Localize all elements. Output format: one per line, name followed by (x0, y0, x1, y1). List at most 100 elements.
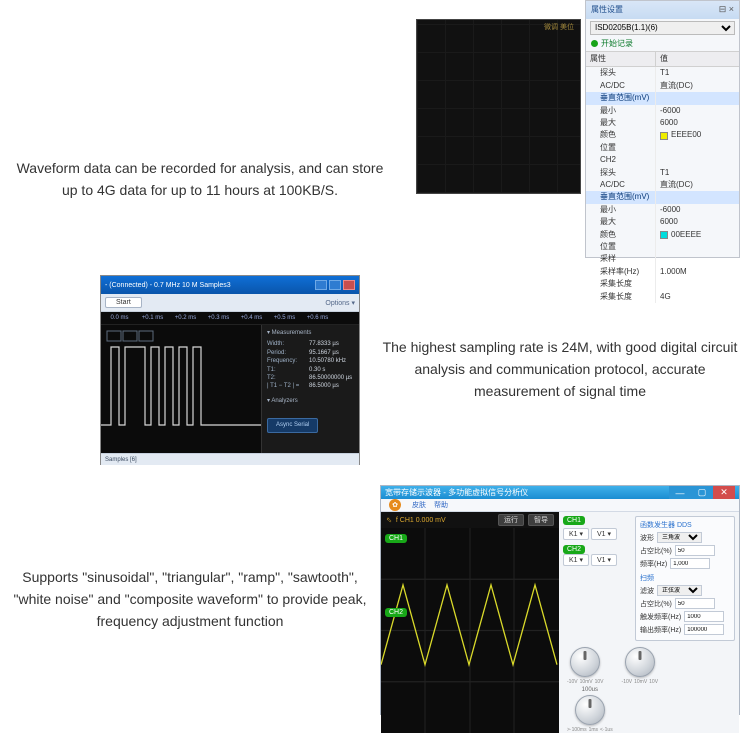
prop-row[interactable]: 探头T1 (586, 167, 739, 179)
caption-recording: Waveform data can be recorded for analys… (10, 158, 390, 201)
measurement-row: Frequency:10.50780 kHz (267, 357, 354, 365)
scope-canvas[interactable]: CH1 CH2 (381, 528, 559, 733)
toolbar: Start Options ▾ (101, 294, 359, 312)
axis-tick: +0.1 ms (136, 315, 169, 321)
maximize-button[interactable] (329, 280, 341, 290)
prop-row[interactable]: 采样率(Hz)1.000M (586, 266, 739, 278)
dial-area: -10V10mV10V -10V10mV10V (563, 647, 735, 685)
pin-icon[interactable]: ⊟ × (719, 4, 734, 16)
sweep-duty-input[interactable] (675, 598, 715, 609)
prop-row[interactable]: 最大6000 (586, 117, 739, 129)
prop-row[interactable]: 垂直范围(mV) (586, 92, 739, 104)
wizard-button[interactable]: 智导 (528, 514, 554, 526)
sweep-title: 扫频 (640, 573, 730, 583)
sweep-freq-input[interactable] (684, 611, 724, 622)
prop-row[interactable]: 最大6000 (586, 216, 739, 228)
prop-row[interactable]: 颜色00EEEE (586, 229, 739, 241)
minimize-button[interactable] (315, 280, 327, 290)
status-bar: Samples [6] (101, 453, 359, 465)
timebase-dial[interactable] (575, 695, 605, 725)
prop-row[interactable]: 采集长度4G (586, 291, 739, 303)
options-menu[interactable]: Options ▾ (325, 299, 355, 307)
caption-waveforms: Supports "sinusoidal", "triangular", "ra… (10, 567, 370, 632)
filter-select[interactable]: 正弦波 (657, 585, 702, 596)
prop-row[interactable]: 采集长度 (586, 278, 739, 290)
prop-row[interactable]: 最小-6000 (586, 105, 739, 117)
waveform-canvas[interactable] (101, 325, 261, 453)
app-badge-icon: ✿ (389, 499, 401, 511)
maximize-button[interactable]: ▢ (691, 486, 713, 499)
controls-panel: CH1 K1 ▾ V1 ▾ CH2 K1 ▾ V1 ▾ 函数发生器 (559, 512, 739, 733)
axis-tick: 0.0 ms (103, 315, 136, 321)
minimize-button[interactable]: — (669, 486, 691, 499)
sweep-out-input[interactable] (684, 624, 724, 635)
panel-properties: 微调 美位 属性设置 ⊟ × ISD0205B(1.1)(6) 开始记录 属性 … (585, 0, 740, 258)
logic-analyzer-window: - (Connected) - 0.7 MHz 10 M Samples3 St… (100, 275, 360, 465)
start-record-button[interactable]: 开始记录 (586, 37, 739, 51)
section-recording: Waveform data can be recorded for analys… (0, 0, 750, 260)
scope-toolbar: ⬁ f CH1 0.000 mV 运行 智导 (381, 512, 559, 528)
measurement-row: | T1 − T2 | =86.5000 µs (267, 382, 354, 390)
prop-header: 属性 值 (586, 51, 739, 67)
measurements-header[interactable]: ▾ Measurements (267, 329, 354, 337)
menu-help[interactable]: 帮助 (434, 500, 448, 510)
axis-tick: +0.6 ms (301, 315, 334, 321)
readout: f CH1 0.000 mV (396, 517, 446, 524)
oscilloscope-window: 宽带存储示波器 - 多功能虚拟信号分析仪 — ▢ ✕ ✿ 皮肤 帮助 ⬁ f C… (380, 485, 740, 715)
timebase-dial-area: 100us >·100ms 1ms <·1us (563, 687, 735, 733)
prop-row[interactable]: AC/DC直流(DC) (586, 179, 739, 191)
k1-select[interactable]: K1 ▾ (563, 528, 589, 540)
prop-row[interactable]: 位置 (586, 142, 739, 154)
device-select[interactable]: ISD0205B(1.1)(6) (590, 21, 735, 35)
prop-col-name: 属性 (586, 52, 656, 66)
v1-select[interactable]: V1 ▾ (591, 528, 617, 540)
scope-preview: 微调 美位 (416, 19, 581, 194)
close-button[interactable] (343, 280, 355, 290)
prop-col-val: 值 (656, 52, 739, 66)
k1b-select[interactable]: K1 ▾ (563, 554, 589, 566)
prop-row[interactable]: 垂直范围(mV) (586, 191, 739, 203)
v1b-select[interactable]: V1 ▾ (591, 554, 617, 566)
async-serial-button[interactable]: Async Serial (267, 418, 318, 432)
duty-input[interactable] (675, 545, 715, 556)
section-waveforms: Supports "sinusoidal", "triangular", "ra… (0, 480, 750, 720)
generator-box: 函数发生器 DDS 波形 三角波 占空比(%) 频率(Hz) (635, 516, 735, 641)
analyzers-header[interactable]: ▾ Analyzers (267, 397, 354, 405)
start-button[interactable]: Start (105, 297, 142, 308)
record-icon (591, 40, 598, 47)
close-button[interactable]: ✕ (713, 486, 735, 499)
window-titlebar: 宽带存储示波器 - 多功能虚拟信号分析仪 — ▢ ✕ (381, 486, 739, 499)
panel-title-bar: 属性设置 ⊟ × (586, 1, 739, 19)
measurement-row: Width:77.8333 µs (267, 340, 354, 348)
axis-tick: +0.3 ms (202, 315, 235, 321)
prop-row[interactable]: 颜色EEEE00 (586, 129, 739, 141)
panel-title: 属性设置 (591, 5, 623, 15)
scope-tag: 微调 美位 (544, 24, 574, 32)
prop-row[interactable]: 位置 (586, 241, 739, 253)
panel-properties-wrap: 微调 美位 属性设置 ⊟ × ISD0205B(1.1)(6) 开始记录 属性 … (390, 0, 740, 260)
axis-tick: +0.2 ms (169, 315, 202, 321)
voltage-dial[interactable] (570, 647, 600, 677)
ch1-toggle[interactable]: CH1 (563, 516, 585, 525)
measurement-row: Period:95.1667 µs (267, 349, 354, 357)
measurement-row: T1:0.30 s (267, 366, 354, 374)
ch2-badge[interactable]: CH2 (385, 608, 407, 617)
window-title: - (Connected) - 0.7 MHz 10 M Samples3 (105, 282, 231, 289)
axis-tick: +0.5 ms (268, 315, 301, 321)
waveform-select[interactable]: 三角波 (657, 532, 702, 543)
prop-row[interactable]: 探头T1 (586, 67, 739, 79)
prop-row[interactable]: AC/DC直流(DC) (586, 80, 739, 92)
window-titlebar: - (Connected) - 0.7 MHz 10 M Samples3 (101, 276, 359, 294)
menubar: ✿ 皮肤 帮助 (381, 499, 739, 512)
caption-sampling: The highest sampling rate is 24M, with g… (370, 337, 740, 402)
prop-row[interactable]: 采样 (586, 253, 739, 265)
device-select-row: ISD0205B(1.1)(6) (586, 19, 739, 37)
ch2-toggle[interactable]: CH2 (563, 545, 585, 554)
run-button[interactable]: 运行 (498, 514, 524, 526)
offset-dial[interactable] (625, 647, 655, 677)
menu-skin[interactable]: 皮肤 (412, 500, 426, 510)
prop-row[interactable]: CH2 (586, 154, 739, 166)
freq-input[interactable] (670, 558, 710, 569)
ch1-badge[interactable]: CH1 (385, 534, 407, 543)
prop-row[interactable]: 最小-6000 (586, 204, 739, 216)
